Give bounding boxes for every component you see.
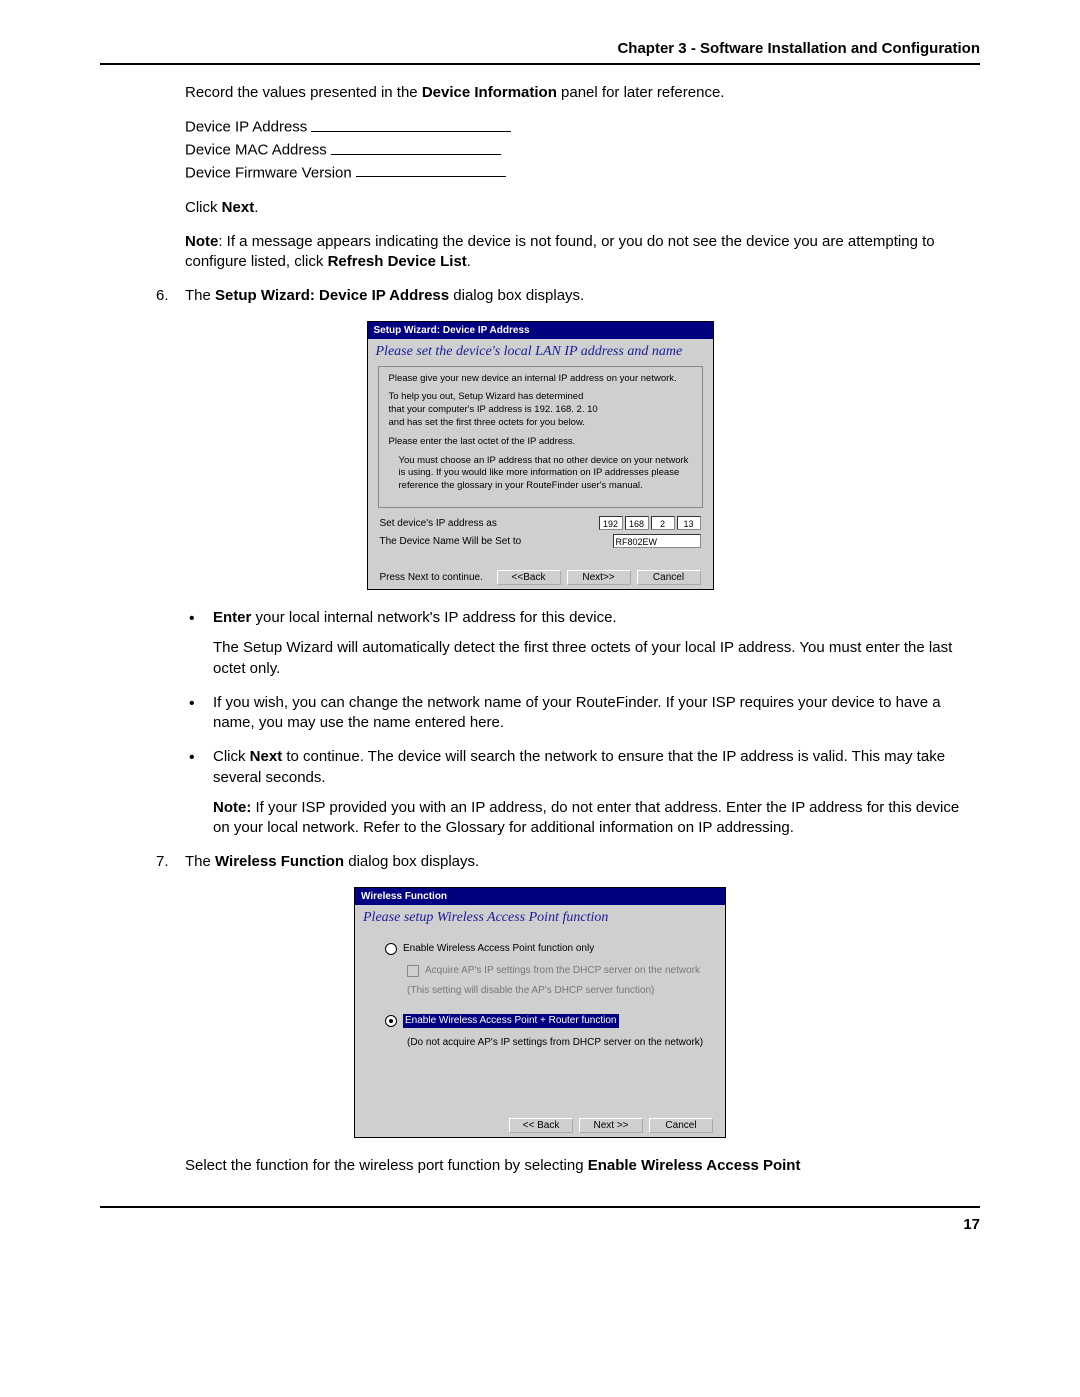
octet-4-input[interactable]: 13 <box>677 516 701 530</box>
field-mac: Device MAC Address <box>185 140 980 161</box>
back-button[interactable]: << Back <box>509 1118 573 1133</box>
radio-icon <box>385 1015 397 1027</box>
bullet-change-name: If you wish, you can change the network … <box>185 693 980 734</box>
dialog-wireless-function: Wireless Function Please setup Wireless … <box>354 887 726 1138</box>
step-6: 6. The Setup Wizard: Device IP Address d… <box>100 286 980 306</box>
row-device-name: The Device Name Will be Set to RF802EW <box>368 532 713 550</box>
radio-ap-only[interactable]: Enable Wireless Access Point function on… <box>385 942 707 956</box>
dialog2-button-row: << Back Next >> Cancel <box>355 1114 725 1137</box>
opt2-desc: (Do not acquire AP's IP settings from DH… <box>407 1036 707 1050</box>
field-ip: Device IP Address <box>185 117 980 138</box>
octet-1-input[interactable]: 192 <box>599 516 623 530</box>
device-name-input[interactable]: RF802EW <box>613 534 701 548</box>
step-7: 7. The Wireless Function dialog box disp… <box>100 852 980 872</box>
next-button[interactable]: Next >> <box>579 1118 643 1133</box>
bullet-enter-ip: Enter your local internal network's IP a… <box>185 608 980 679</box>
dialog2-title: Wireless Function <box>355 888 725 905</box>
closing-text: Select the function for the wireless por… <box>185 1156 980 1176</box>
click-next: Click Next. <box>185 198 980 218</box>
chapter-header: Chapter 3 - Software Installation and Co… <box>100 40 980 57</box>
opt1-desc: (This setting will disable the AP's DHCP… <box>407 984 707 998</box>
dialog1-instruction: Please set the device's local LAN IP add… <box>368 339 713 366</box>
checkbox-icon <box>407 965 419 977</box>
bullet-click-next: Click Next to continue. The device will … <box>185 747 980 838</box>
page-number: 17 <box>100 1216 980 1233</box>
back-button[interactable]: <<Back <box>497 570 561 585</box>
dialog1-title: Setup Wizard: Device IP Address <box>368 322 713 339</box>
dialog2-instruction: Please setup Wireless Access Point funct… <box>355 905 725 932</box>
dialog-ip-address: Setup Wizard: Device IP Address Please s… <box>367 321 714 591</box>
next-button[interactable]: Next>> <box>567 570 631 585</box>
dialog1-button-row: Press Next to continue. <<Back Next>> Ca… <box>368 566 713 589</box>
octet-2-input[interactable]: 168 <box>625 516 649 530</box>
checkbox-acquire-dhcp[interactable]: Acquire AP's IP settings from the DHCP s… <box>407 964 707 978</box>
footer-rule <box>100 1206 980 1208</box>
radio-ap-router[interactable]: Enable Wireless Access Point + Router fu… <box>385 1014 707 1028</box>
octet-3-input[interactable]: 2 <box>651 516 675 530</box>
cancel-button[interactable]: Cancel <box>649 1118 713 1133</box>
note-refresh: Note: If a message appears indicating th… <box>185 232 980 273</box>
dialog1-body: Please give your new device an internal … <box>378 366 703 509</box>
intro-record: Record the values presented in the Devic… <box>185 83 980 103</box>
header-rule <box>100 63 980 65</box>
radio-icon <box>385 943 397 955</box>
row-set-ip: Set device's IP address as 192 168 2 13 <box>368 514 713 532</box>
cancel-button[interactable]: Cancel <box>637 570 701 585</box>
field-fw: Device Firmware Version <box>185 163 980 184</box>
